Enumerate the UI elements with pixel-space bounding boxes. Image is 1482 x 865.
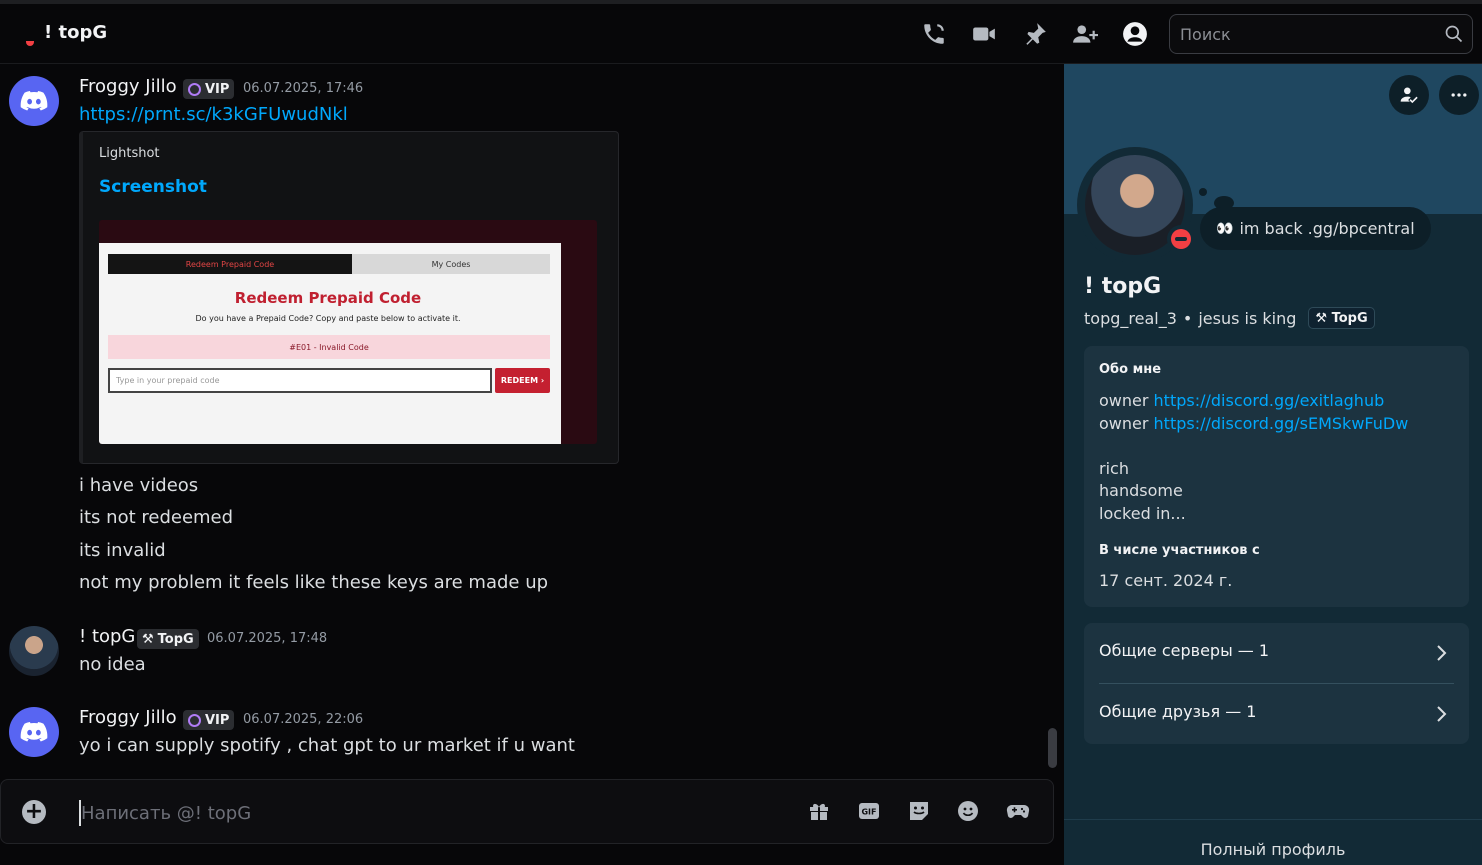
activity-gamepad-icon[interactable]	[1006, 799, 1032, 825]
profile-pronouns: jesus is king	[1198, 308, 1297, 328]
ellipsis-icon	[1451, 93, 1467, 97]
screenshot-error: #E01 - Invalid Code	[108, 335, 550, 359]
separator-dot: •	[1182, 308, 1193, 328]
mutual-servers-label: Общие серверы — 1	[1099, 641, 1270, 660]
role-badge: VIP	[183, 79, 235, 99]
message-author[interactable]: Froggy Jillo	[79, 76, 177, 97]
about-line: owner https://discord.gg/sEMSkwFuDw	[1099, 414, 1409, 433]
link-embed: Lightshot Screenshot Redeem Prepaid Code…	[79, 131, 619, 464]
vip-role-icon	[188, 713, 201, 727]
custom-status[interactable]: 👀 im back .gg/bpcentral	[1200, 207, 1431, 250]
upload-plus-icon[interactable]: +	[22, 800, 46, 824]
avatar[interactable]	[9, 707, 59, 757]
profile-username[interactable]: topg_real_3	[1084, 309, 1177, 328]
message-author[interactable]: Froggy Jillo	[79, 707, 177, 728]
svg-text:GIF: GIF	[861, 808, 876, 817]
message-composer: + GIF	[0, 779, 1054, 844]
screenshot-redeem-button: REDEEM ›	[495, 368, 550, 393]
broom-role-icon: ⚒	[142, 631, 154, 647]
friend-status-button[interactable]	[1389, 75, 1429, 115]
custom-status-text: im back .gg/bpcentral	[1239, 219, 1415, 238]
avatar[interactable]	[9, 626, 59, 676]
about-link[interactable]: https://discord.gg/exitlaghub	[1154, 391, 1385, 410]
about-link[interactable]: https://discord.gg/sEMSkwFuDw	[1154, 414, 1409, 433]
embed-title[interactable]: Screenshot	[99, 177, 207, 197]
mutual-friends-row[interactable]: Общие друзья — 1	[1084, 684, 1469, 744]
screenshot-preview: Redeem Prepaid Code My Codes Redeem Prep…	[99, 243, 561, 444]
voice-call-icon[interactable]	[921, 21, 947, 47]
role-badge: ⚒ TopG	[137, 629, 199, 649]
about-line: owner https://discord.gg/exitlaghub	[1099, 391, 1385, 410]
mutual-friends-label: Общие друзья — 1	[1099, 702, 1257, 721]
screenshot-subtitle: Do you have a Prepaid Code? Copy and pas…	[195, 314, 461, 323]
gif-icon[interactable]: GIF	[857, 799, 883, 825]
discord-window: ! topG Froggy Jillo VIP 06.07.2025, 17:4…	[0, 0, 1482, 865]
about-me-card: Обо мне owner https://discord.gg/exitlag…	[1084, 346, 1469, 607]
profile-subtitle: topg_real_3 • jesus is king ⚒ TopG	[1084, 307, 1375, 329]
message-timestamp: 06.07.2025, 17:48	[207, 631, 328, 646]
chevron-right-icon	[1437, 645, 1447, 661]
about-line: rich	[1099, 459, 1129, 478]
message-text: no idea	[79, 654, 146, 675]
chevron-right-icon	[1437, 706, 1447, 722]
emoji-icon[interactable]	[956, 799, 982, 825]
add-friends-to-dm-icon[interactable]	[1072, 21, 1098, 47]
eyes-emoji-icon: 👀	[1216, 220, 1234, 237]
member-since-date: 17 сент. 2024 г.	[1099, 571, 1233, 590]
profile-avatar[interactable]	[1077, 147, 1195, 263]
message-author[interactable]: ! topG	[79, 626, 135, 647]
about-line: handsome	[1099, 481, 1183, 500]
avatar[interactable]	[9, 76, 59, 126]
screenshot-input: Type in your prepaid code	[108, 368, 492, 393]
message-text: i have videos	[79, 475, 199, 496]
message-text: not my problem it feels like these keys …	[79, 572, 549, 593]
search-icon	[1445, 25, 1463, 43]
mutual-servers-row[interactable]: Общие серверы — 1	[1084, 623, 1469, 684]
mutuals-card: Общие серверы — 1 Общие друзья — 1	[1084, 623, 1469, 744]
broom-tag-icon: ⚒	[1315, 310, 1328, 326]
status-bubble-dot	[1199, 188, 1207, 196]
about-line: locked in...	[1099, 504, 1186, 523]
search-box[interactable]	[1169, 14, 1473, 54]
screenshot-title: Redeem Prepaid Code	[234, 289, 422, 307]
pin-icon[interactable]	[1022, 21, 1048, 47]
gift-icon[interactable]	[807, 799, 833, 825]
chat-scrollbar[interactable]	[1048, 728, 1057, 768]
message-list[interactable]: Froggy Jillo VIP 06.07.2025, 17:46 https…	[0, 64, 1064, 865]
more-options-button[interactable]	[1439, 75, 1479, 115]
message-text: its not redeemed	[79, 507, 234, 528]
message-text: yo i can supply spotify , chat gpt to ur…	[79, 735, 575, 756]
view-full-profile-button[interactable]: Полный профиль	[1064, 819, 1482, 865]
dnd-status-icon	[26, 41, 34, 46]
profile-display-name: ! topG	[1084, 274, 1162, 299]
message-input[interactable]	[79, 800, 779, 826]
embed-provider[interactable]: Lightshot	[99, 146, 160, 161]
user-profile-panel: 👀 im back .gg/bpcentral ! topG topg_real…	[1064, 64, 1482, 865]
embed-image[interactable]: Redeem Prepaid Code My Codes Redeem Prep…	[99, 220, 597, 444]
friend-check-icon	[1400, 87, 1418, 104]
server-tag[interactable]: ⚒ TopG	[1308, 307, 1375, 329]
discord-logo-icon	[20, 91, 48, 111]
dnd-status-icon	[1167, 225, 1195, 253]
member-since-heading: В числе участников с	[1099, 543, 1260, 558]
user-profile-toggle-icon[interactable]	[1122, 21, 1148, 47]
channel-title: ! topG	[44, 22, 108, 43]
message-timestamp: 06.07.2025, 17:46	[243, 81, 364, 96]
discord-logo-icon	[20, 722, 48, 742]
message-timestamp: 06.07.2025, 22:06	[243, 712, 364, 727]
screenshot-tab-codes: My Codes	[352, 254, 550, 274]
channel-header: ! topG	[0, 0, 1482, 64]
search-input[interactable]	[1180, 23, 1430, 45]
message-link[interactable]: https://prnt.sc/k3kGFUwudNkl	[79, 104, 348, 125]
video-call-icon[interactable]	[971, 21, 997, 47]
sticker-icon[interactable]	[907, 799, 933, 825]
screenshot-tab-redeem: Redeem Prepaid Code	[108, 254, 352, 274]
about-me-heading: Обо мне	[1099, 362, 1162, 377]
message-text: its invalid	[79, 540, 166, 561]
role-badge: VIP	[183, 710, 235, 730]
vip-role-icon	[188, 82, 201, 96]
